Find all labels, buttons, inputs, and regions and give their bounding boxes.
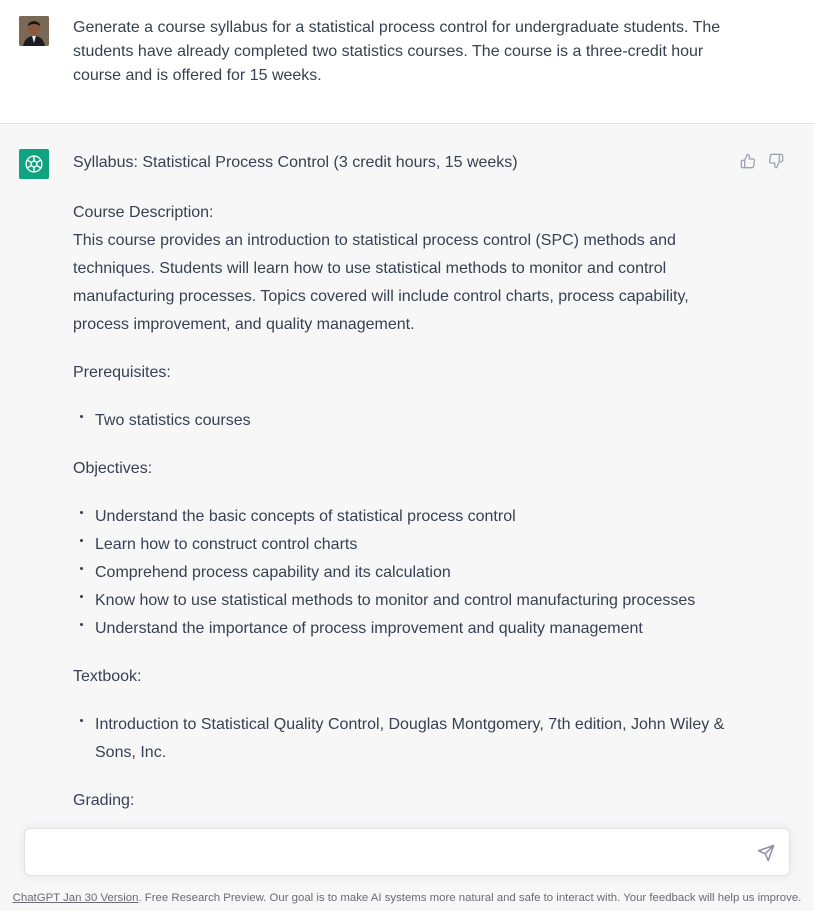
- list-item: Learn how to construct control charts: [73, 531, 733, 559]
- user-message: Generate a course syllabus for a statist…: [0, 0, 814, 124]
- textbook-heading: Textbook:: [73, 668, 142, 685]
- message-composer: [24, 828, 790, 876]
- objectives-heading: Objectives:: [73, 460, 153, 477]
- footer: ChatGPT Jan 30 Version. Free Research Pr…: [0, 890, 814, 906]
- list-item: Introduction to Statistical Quality Cont…: [73, 711, 733, 767]
- prerequisites-heading: Prerequisites:: [73, 364, 171, 381]
- send-icon[interactable]: [757, 844, 775, 862]
- thumbs-up-icon[interactable]: [740, 153, 756, 169]
- list-item: Understand the importance of process imp…: [73, 615, 733, 643]
- version-link[interactable]: ChatGPT Jan 30 Version: [13, 892, 139, 904]
- message-input[interactable]: [39, 841, 739, 865]
- user-avatar-icon: [19, 16, 49, 46]
- chatgpt-logo-icon: [19, 149, 49, 179]
- syllabus-title: Syllabus: Statistical Process Control (3…: [73, 154, 518, 171]
- user-message-text: Generate a course syllabus for a statist…: [73, 19, 721, 84]
- feedback-controls: [740, 153, 784, 169]
- list-item: Two statistics courses: [73, 407, 733, 435]
- assistant-message: Syllabus: Statistical Process Control (3…: [0, 125, 814, 911]
- course-description-heading: Course Description:: [73, 204, 214, 221]
- textbook-list: Introduction to Statistical Quality Cont…: [73, 711, 733, 767]
- course-description-text: This course provides an introduction to …: [73, 232, 689, 333]
- grading-heading: Grading:: [73, 792, 135, 809]
- prerequisites-list: Two statistics courses: [73, 407, 733, 435]
- objectives-list: Understand the basic concepts of statist…: [73, 503, 733, 643]
- list-item: Understand the basic concepts of statist…: [73, 503, 733, 531]
- list-item: Comprehend process capability and its ca…: [73, 559, 733, 587]
- list-item: Know how to use statistical methods to m…: [73, 587, 733, 615]
- assistant-message-content: Syllabus: Statistical Process Control (3…: [73, 151, 733, 835]
- footer-text: . Free Research Preview. Our goal is to …: [138, 892, 802, 904]
- thumbs-down-icon[interactable]: [768, 153, 784, 169]
